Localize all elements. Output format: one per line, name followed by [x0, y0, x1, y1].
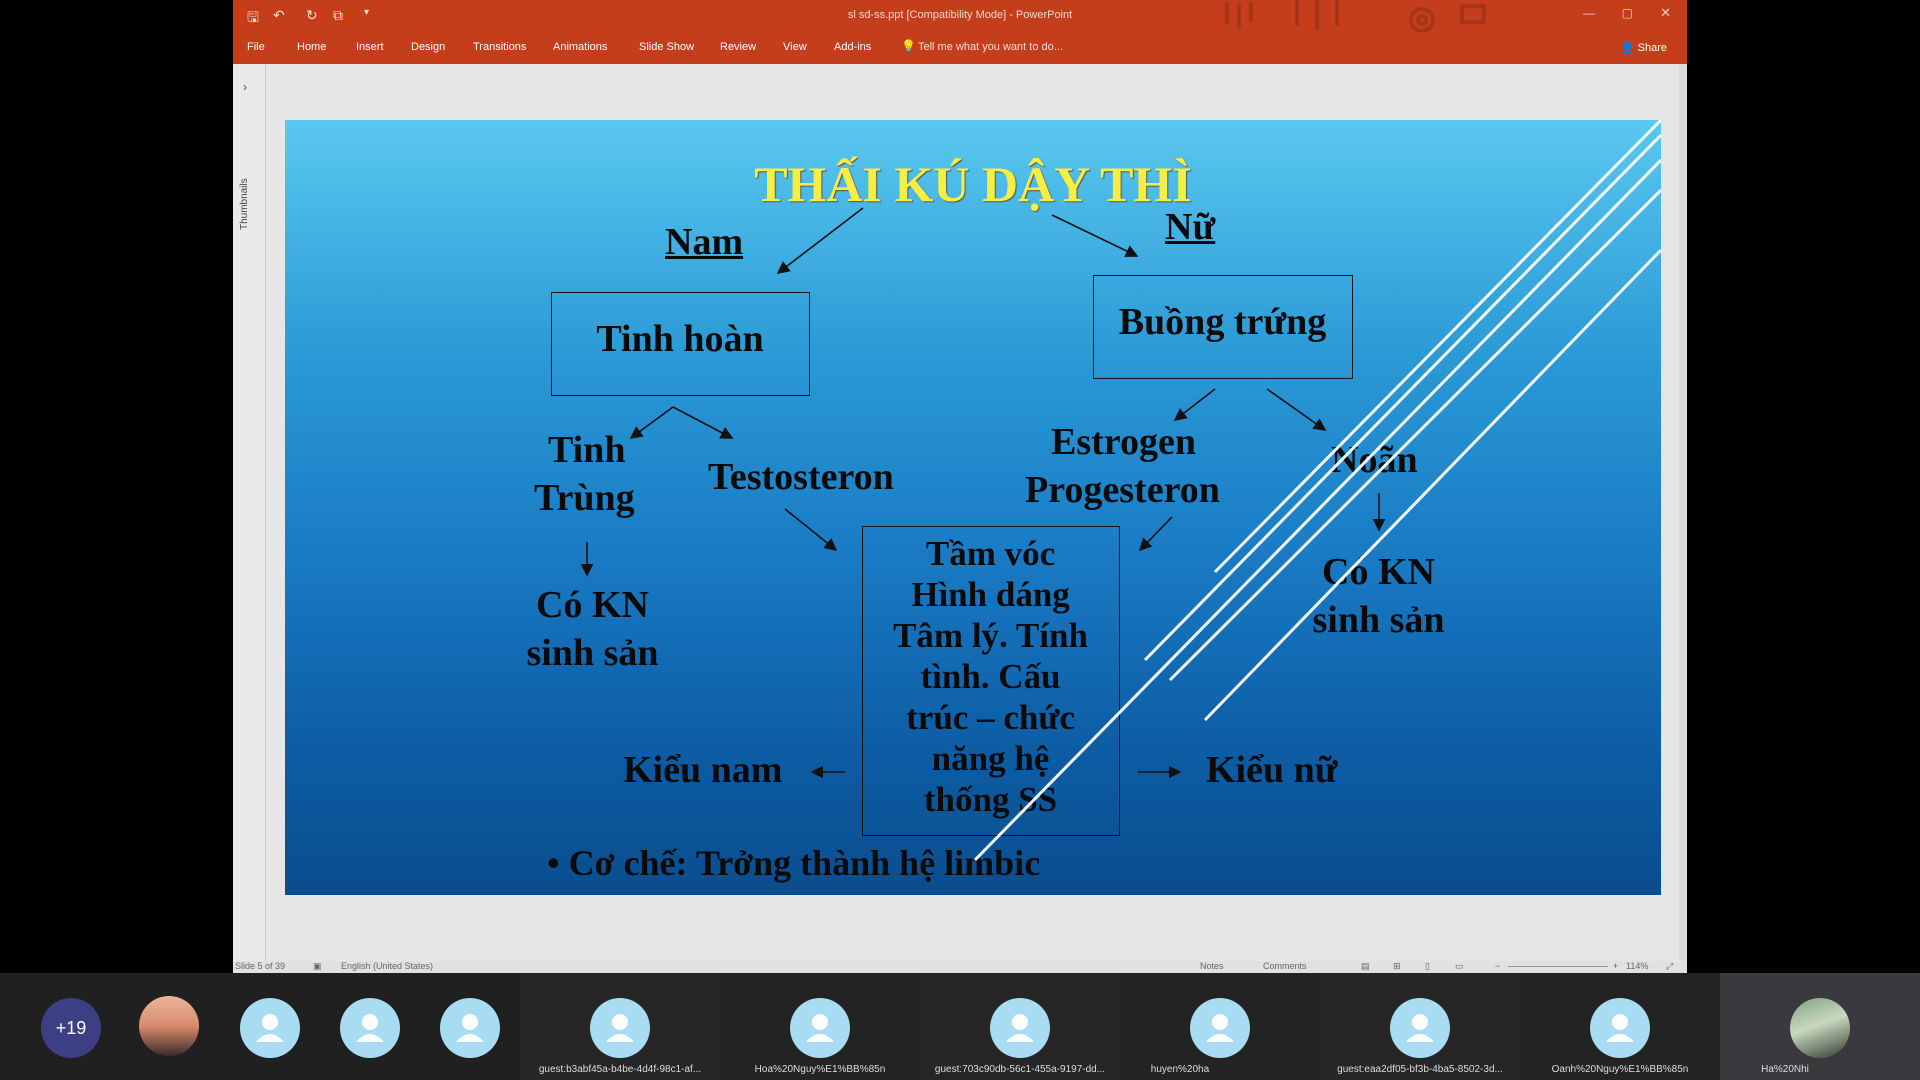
share-label: Share — [1637, 42, 1667, 54]
avatar — [1190, 998, 1250, 1058]
ribbon-tabs: File Home Insert Design Transitions Anim… — [233, 32, 1687, 64]
zoom-level[interactable]: 114% — [1626, 961, 1648, 971]
notes-button[interactable]: Notes — [1200, 961, 1224, 971]
participant-name: guest:eaa2df05-bf3b-4ba5-8502-3d... — [1337, 1064, 1503, 1075]
avatar — [590, 998, 650, 1058]
share-button[interactable]: 👤 Share — [1613, 37, 1675, 59]
comments-button[interactable]: Comments — [1263, 961, 1307, 971]
zoom-in-icon[interactable]: + — [1613, 961, 1618, 971]
participant-tile[interactable]: Hoa%20Nguy%E1%BB%85n — [720, 973, 920, 1080]
title-bar-decoration — [1187, 0, 1687, 32]
tab-add-ins[interactable]: Add-ins — [834, 41, 871, 53]
avatar[interactable] — [440, 998, 500, 1058]
fit-slide-icon[interactable]: ⤢ — [1666, 961, 1673, 972]
participant-tile[interactable]: guest:b3abf45a-b4be-4d4f-98c1-af... — [520, 973, 720, 1080]
avatar-photo-sunset[interactable] — [139, 996, 199, 1056]
tab-transitions[interactable]: Transitions — [473, 41, 526, 53]
avatar — [1590, 998, 1650, 1058]
language-indicator[interactable]: English (United States) — [341, 961, 433, 971]
reading-view-icon[interactable]: ▯ — [1425, 961, 1430, 972]
avatar[interactable] — [340, 998, 400, 1058]
title-bar: 🖫 ↶ ↻ ⧉ ▾ sl sd-ss.ppt [Compatibility Mo… — [233, 0, 1687, 32]
slide-canvas[interactable]: THẤI KÚ DẬY THÌ Nam Nữ Tinh hoàn Buồng t… — [285, 120, 1661, 895]
slide-counter: Slide 5 of 39 — [235, 961, 286, 971]
avatar — [1390, 998, 1450, 1058]
close-icon[interactable]: ✕ — [1660, 5, 1671, 21]
status-bar: Slide 5 of 39 ▣ English (United States) … — [233, 961, 1687, 973]
vertical-scrollbar[interactable] — [1679, 64, 1687, 961]
participant-tile[interactable]: huyen%20ha — [1120, 973, 1320, 1080]
meeting-participants-strip: +19 guest:b3abf45a-b4be-4d4f-98c1-af... … — [0, 973, 1920, 1080]
spellcheck-icon[interactable]: ▣ — [313, 961, 322, 972]
participant-name: Oanh%20Nguy%E1%BB%85n — [1551, 1064, 1689, 1075]
tab-slide-show[interactable]: Slide Show — [639, 41, 694, 53]
zoom-slider[interactable] — [1508, 966, 1608, 967]
minimize-icon[interactable]: — — [1583, 6, 1595, 20]
slide-sorter-icon[interactable]: ⊞ — [1393, 961, 1401, 972]
lightbulb-icon: 💡 — [901, 39, 916, 53]
tab-design[interactable]: Design — [411, 41, 445, 53]
avatar-photo — [1790, 998, 1850, 1058]
tab-review[interactable]: Review — [720, 41, 756, 53]
chevron-right-icon[interactable]: › — [243, 80, 247, 94]
zoom-out-icon[interactable]: − — [1495, 961, 1500, 971]
thumbnails-label: Thumbnails — [239, 178, 250, 230]
tab-view[interactable]: View — [783, 41, 807, 53]
slideshow-view-icon[interactable]: ▭ — [1455, 961, 1464, 972]
tab-home[interactable]: Home — [297, 41, 326, 53]
avatar — [790, 998, 850, 1058]
tab-file[interactable]: File — [247, 41, 265, 53]
participant-name: Hoa%20Nguy%E1%BB%85n — [754, 1064, 886, 1075]
maximize-icon[interactable]: ▢ — [1622, 6, 1633, 20]
avatar[interactable] — [240, 998, 300, 1058]
participant-tile-active[interactable]: Ha%20Nhi — [1720, 973, 1920, 1080]
tell-me-search[interactable]: Tell me what you want to do... — [918, 41, 1063, 53]
tab-animations[interactable]: Animations — [553, 41, 607, 53]
avatar — [990, 998, 1050, 1058]
tab-insert[interactable]: Insert — [356, 41, 384, 53]
more-participants-badge[interactable]: +19 — [41, 998, 101, 1058]
person-icon: 👤 — [1620, 42, 1635, 54]
participant-name: huyen%20ha — [1150, 1064, 1210, 1075]
thumbnails-pane[interactable]: › Thumbnails — [233, 64, 266, 961]
decorative-diagonal-lines — [973, 120, 1661, 862]
participant-tile[interactable]: guest:eaa2df05-bf3b-4ba5-8502-3d... — [1320, 973, 1520, 1080]
participant-name: Ha%20Nhi — [1761, 1064, 1809, 1075]
normal-view-icon[interactable]: ▤ — [1361, 961, 1370, 972]
participant-name: guest:b3abf45a-b4be-4d4f-98c1-af... — [538, 1064, 702, 1075]
